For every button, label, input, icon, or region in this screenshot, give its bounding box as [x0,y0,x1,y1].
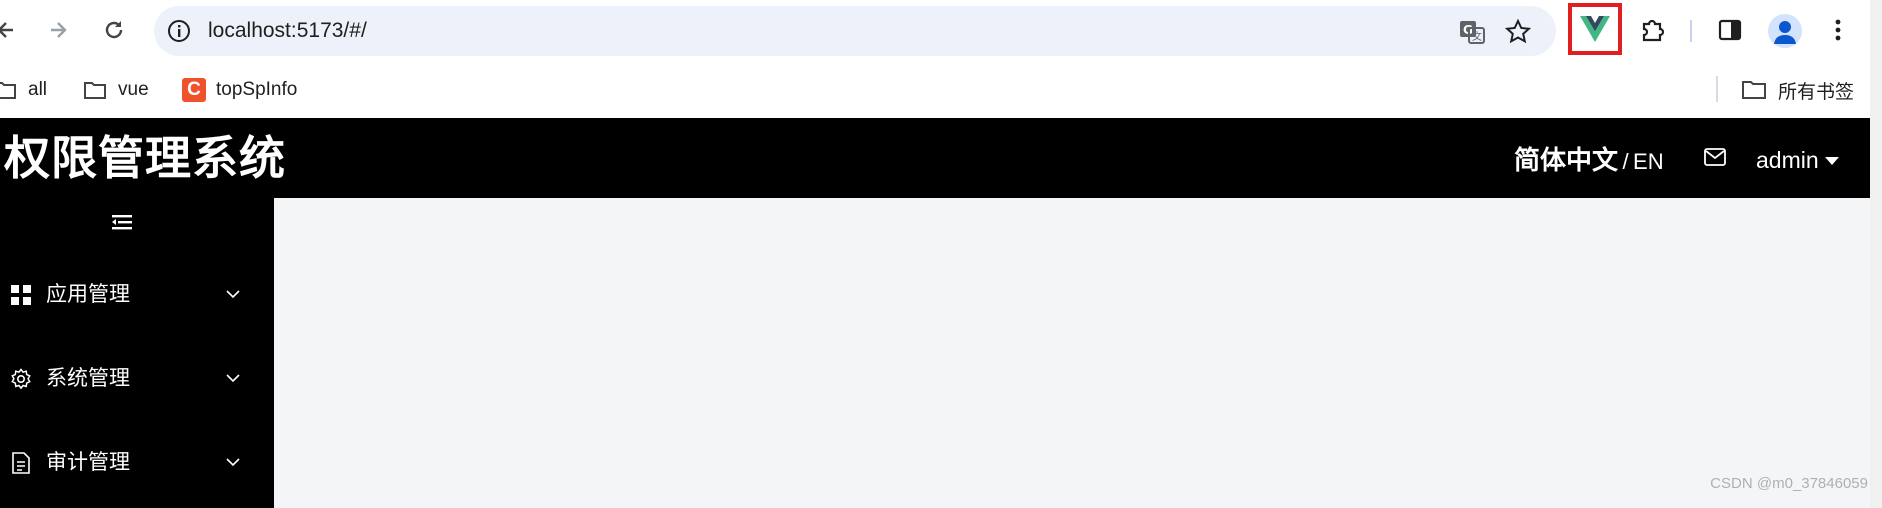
bookmark-star-icon[interactable] [1504,18,1532,46]
sidebar-item-label: 应用管理 [46,283,130,306]
back-button[interactable] [0,12,24,48]
window-edge [1870,0,1882,508]
bookmark-vue[interactable]: vue [84,62,149,118]
sidebar-item-app-management[interactable]: 应用管理 [0,265,274,325]
sidebar-item-audit-management[interactable]: 审计管理 [0,433,274,493]
all-bookmarks-label: 所有书签 [1778,81,1855,103]
url-text[interactable]: localhost:5173/#/ [208,6,367,56]
watermark: CSDN @m0_37846059 [1710,475,1868,492]
sidebar-item-system-management[interactable]: 系统管理 [0,349,274,409]
toolbar-divider [1690,20,1692,42]
vue-logo-icon [1580,16,1610,42]
language-switcher: 简体中文 / EN [1514,118,1664,207]
folder-icon [84,82,106,99]
collapse-menu-icon[interactable] [112,214,132,230]
lang-separator: / [1622,149,1629,174]
sidebar-item-label: 系统管理 [46,367,130,390]
browser-menu-button[interactable] [1820,12,1856,48]
forward-button[interactable] [40,12,76,48]
bookmark-label: topSpInfo [216,79,298,100]
document-icon [12,452,30,474]
c-favicon-icon: C [182,78,206,102]
reload-icon [105,21,123,39]
extensions-button[interactable] [1634,12,1670,48]
bookmark-label: all [28,79,48,100]
bookmarks-divider [1716,76,1718,102]
grid-icon [11,285,31,305]
gear-icon [11,368,31,390]
bookmark-topspinfo[interactable]: C topSpInfo [182,62,297,118]
folder-icon [0,82,16,99]
bookmarks-bar: all vue C topSpInfo 所有书签 [0,62,1882,118]
username: admin [1756,147,1819,173]
mail-icon[interactable] [1704,148,1726,166]
puzzle-icon [1642,19,1665,42]
app-header: 权限管理系统 简体中文 / EN admin [0,118,1870,198]
back-arrow-icon [0,22,13,38]
side-panel-icon [1718,19,1742,41]
sidebar: 应用管理 系统管理 审计管理 [0,198,274,508]
folder-icon [1742,81,1766,99]
address-bar[interactable]: localhost:5173/#/ G文 [154,6,1556,56]
all-bookmarks-folder[interactable]: 所有书签 [1742,62,1854,118]
user-dropdown[interactable]: admin [1756,118,1839,202]
kebab-menu-icon [1835,19,1841,41]
chevron-down-icon [226,374,240,383]
app-title: 权限管理系统 [4,132,286,184]
forward-arrow-icon [51,22,67,38]
caret-down-icon [1824,157,1839,165]
profile-avatar[interactable] [1768,14,1802,48]
site-info-icon[interactable] [166,18,192,44]
vue-devtools-extension-button[interactable] [1568,3,1622,55]
sidebar-item-label: 审计管理 [46,451,130,474]
browser-toolbar: localhost:5173/#/ G文 [0,0,1882,62]
main-content [274,198,1870,508]
lang-option-en[interactable]: EN [1633,149,1664,174]
person-icon [1774,21,1796,44]
reload-button[interactable] [96,12,132,48]
bookmark-all[interactable]: all [0,62,47,118]
lang-option-zh[interactable]: 简体中文 [1514,145,1618,175]
side-panel-button[interactable] [1712,12,1748,48]
chevron-down-icon [226,458,240,467]
translate-icon[interactable]: G文 [1458,18,1486,46]
chevron-down-icon [226,290,240,299]
bookmark-label: vue [118,79,149,100]
svg-text:文: 文 [1472,30,1482,43]
